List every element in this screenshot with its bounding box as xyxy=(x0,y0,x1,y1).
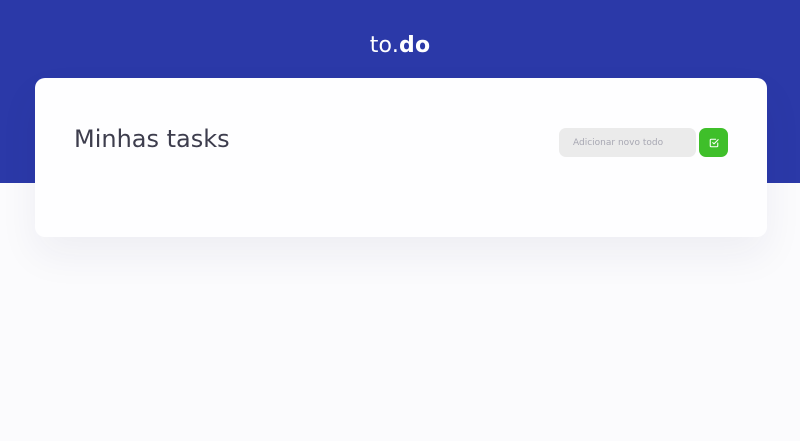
check-square-icon xyxy=(709,138,719,147)
new-todo-input[interactable] xyxy=(559,128,696,157)
add-todo-button[interactable] xyxy=(699,128,728,157)
tasks-card: Minhas tasks xyxy=(35,78,767,237)
logo-prefix: to. xyxy=(369,33,400,58)
page-title: Minhas tasks xyxy=(74,125,230,153)
logo-suffix: do xyxy=(399,33,431,58)
logo: to.do xyxy=(0,33,800,58)
add-todo-form xyxy=(559,128,728,157)
